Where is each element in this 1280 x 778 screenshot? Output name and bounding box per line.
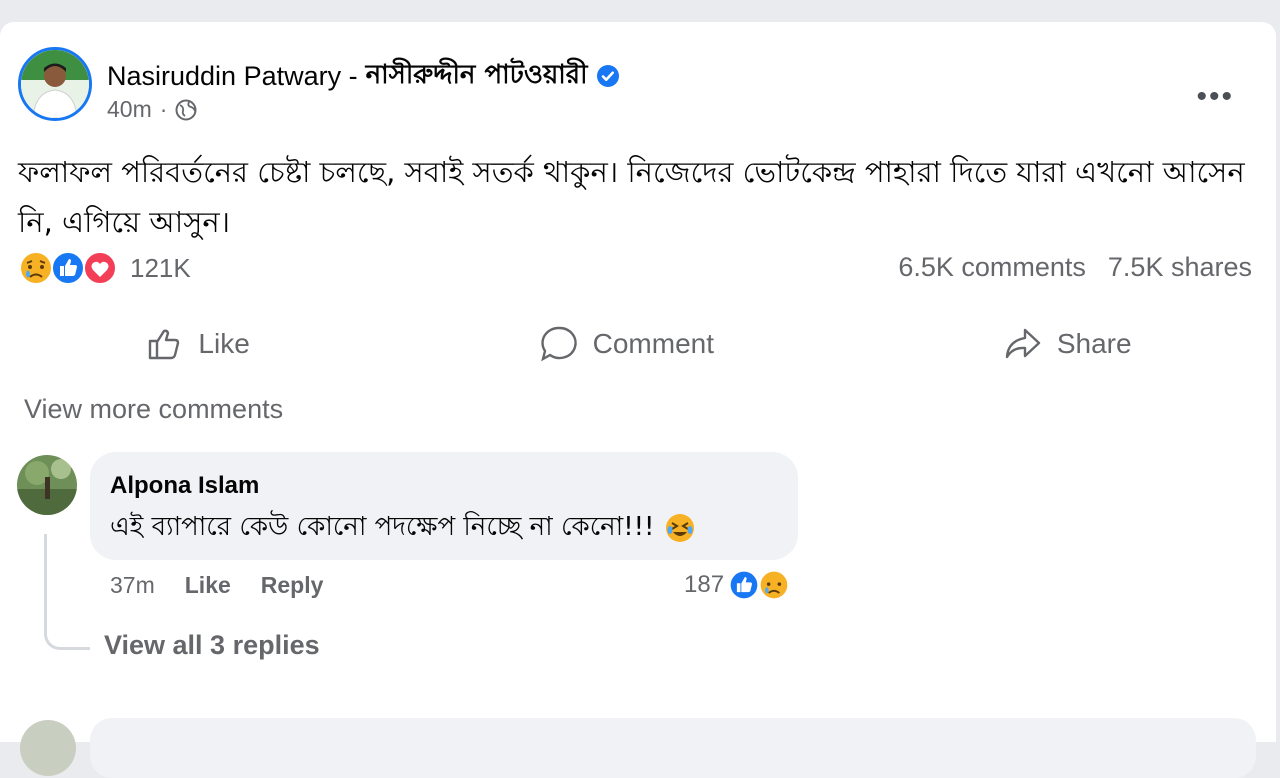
comment-reply-button[interactable]: Reply xyxy=(261,572,324,599)
commenter-avatar[interactable] xyxy=(17,455,77,515)
like-icon xyxy=(51,251,85,285)
view-more-comments-link[interactable]: View more comments xyxy=(24,394,283,425)
share-button[interactable]: Share xyxy=(963,324,1172,364)
thread-connector xyxy=(44,534,90,650)
globe-icon xyxy=(175,99,197,120)
share-label: Share xyxy=(1056,328,1132,359)
sad-icon xyxy=(758,569,790,601)
thumbs-up-icon xyxy=(149,329,180,360)
more-options-button[interactable]: ••• xyxy=(1196,82,1234,112)
post-meta: 40m · xyxy=(107,96,197,123)
author-avatar[interactable] xyxy=(18,47,92,121)
post-card: Nasiruddin Patwary - নাসীরুদ্দীন পাটওয়া… xyxy=(0,22,1276,778)
post-actions: Like Comment Share xyxy=(0,312,1276,376)
comment-reaction-count: 187 xyxy=(684,571,725,598)
share-icon xyxy=(1005,328,1041,359)
like-button[interactable]: Like xyxy=(104,324,289,364)
author-name-bn[interactable]: নাসীরুদ্দীন পাটওয়ারী xyxy=(366,54,588,98)
comment-text-row: এই ব্যাপারে কেউ কোনো পদক্ষেপ নিচ্ছে না ক… xyxy=(110,506,778,550)
next-commenter-avatar[interactable] xyxy=(20,720,76,776)
commenter-name[interactable]: Alpona Islam xyxy=(110,472,778,500)
post-reactions[interactable]: 121K xyxy=(18,250,191,286)
comment-time[interactable]: 37m xyxy=(110,572,155,599)
post-author[interactable]: Nasiruddin Patwary - নাসীরুদ্দীন পাটওয়া… xyxy=(107,54,620,98)
comment-meta: 37m Like Reply xyxy=(110,572,323,599)
like-label: Like xyxy=(198,328,250,359)
like-icon xyxy=(728,569,760,601)
author-name-en[interactable]: Nasiruddin Patwary - xyxy=(107,61,358,92)
shares-count[interactable]: 7.5K shares xyxy=(1108,252,1252,283)
comment-bubble: Alpona Islam এই ব্যাপারে কেউ কোনো পদক্ষে… xyxy=(90,452,798,560)
post-time[interactable]: 40m xyxy=(107,96,152,123)
post-text: ফলাফল পরিবর্তনের চেষ্টা চলছে, সবাই সতর্ক… xyxy=(18,155,1245,239)
comments-count[interactable]: 6.5K comments xyxy=(898,252,1086,283)
comment-text: এই ব্যাপারে কেউ কোনো পদক্ষেপ নিচ্ছে না ক… xyxy=(110,512,655,542)
comment-icon xyxy=(540,326,577,362)
next-comment-bubble xyxy=(90,718,1256,778)
comment-like-button[interactable]: Like xyxy=(185,572,231,599)
comment-button[interactable]: Comment xyxy=(499,324,754,364)
sad-icon xyxy=(19,251,53,285)
laughing-crying-icon xyxy=(666,514,695,542)
comment-label: Comment xyxy=(592,328,715,359)
comment-reactions[interactable]: 187 xyxy=(684,569,790,601)
reaction-count[interactable]: 121K xyxy=(130,253,191,284)
view-replies-link[interactable]: View all 3 replies xyxy=(104,630,320,661)
meta-separator: · xyxy=(159,96,168,122)
post-stats: 6.5K comments 7.5K shares xyxy=(898,252,1252,283)
verified-badge-icon xyxy=(596,65,619,87)
love-icon xyxy=(83,251,117,285)
